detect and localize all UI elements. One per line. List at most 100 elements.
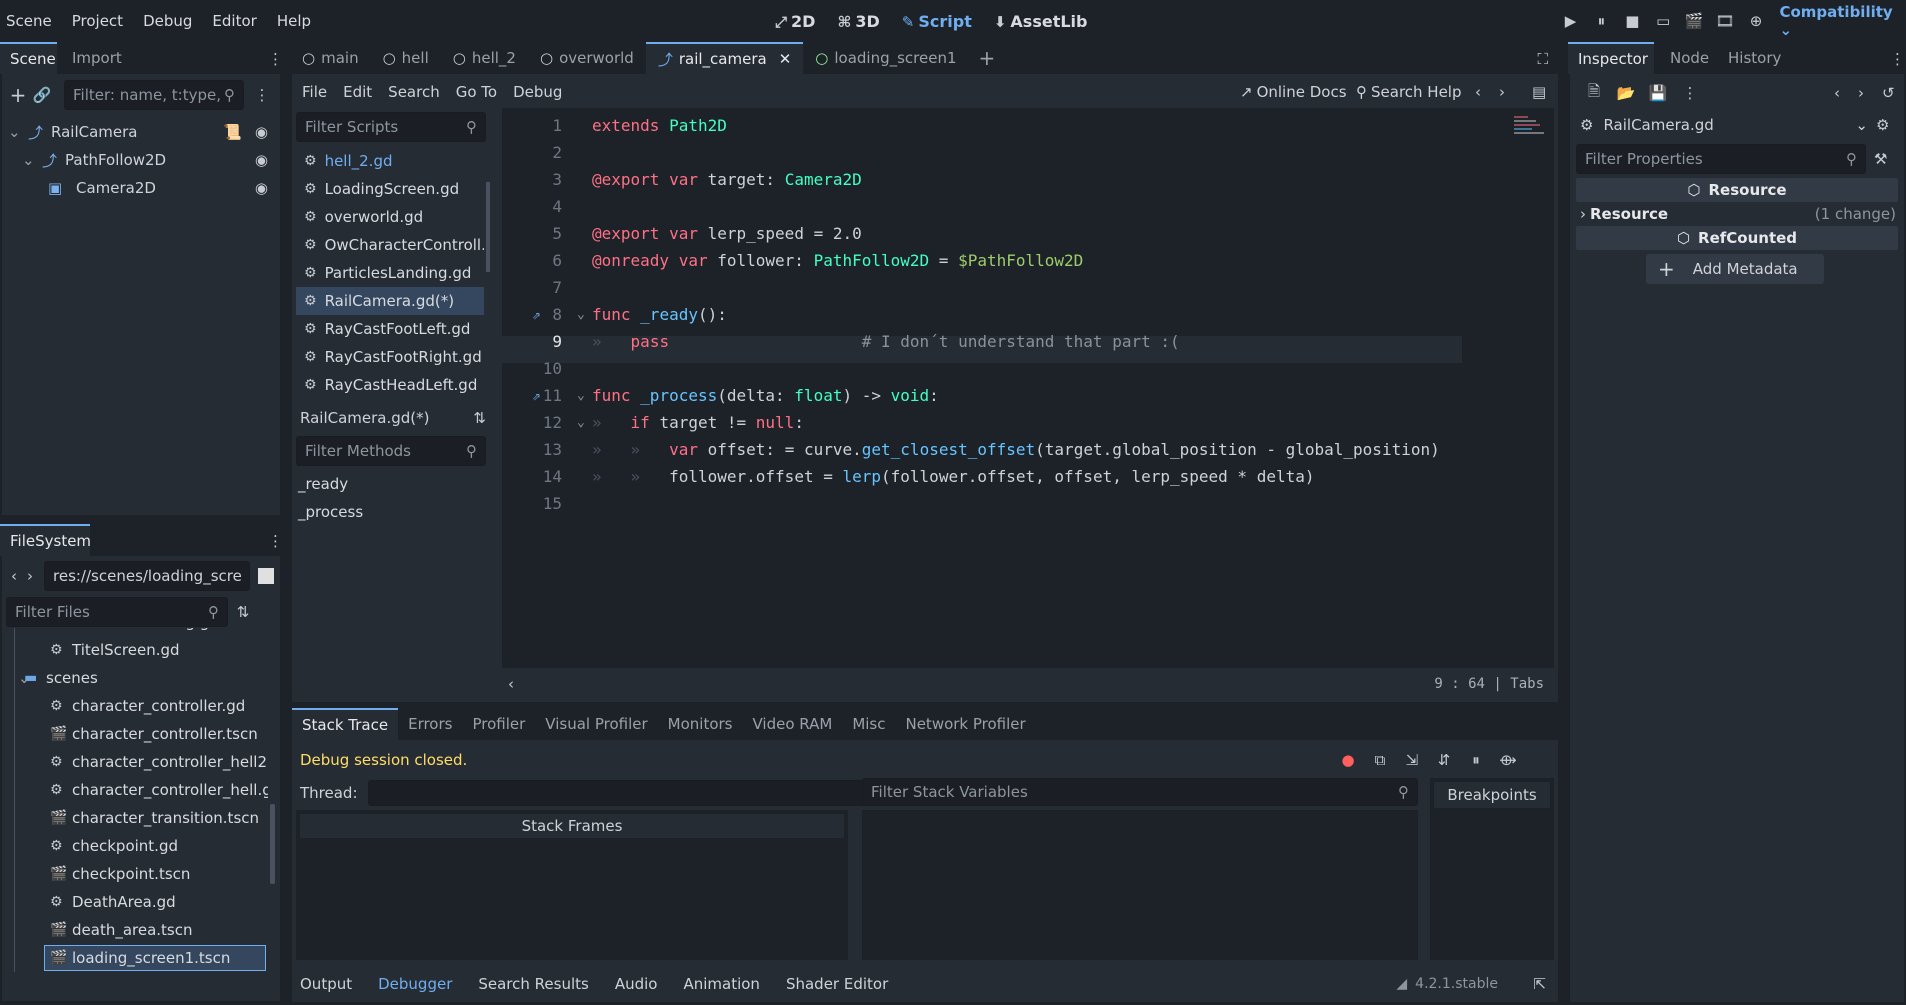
visibility-icon[interactable]: ◉: [255, 151, 268, 169]
editor-tab-hell_2[interactable]: ○ hell_2: [441, 42, 528, 74]
menu-search[interactable]: Search: [388, 83, 440, 101]
filter-stack-variables[interactable]: Filter Stack Variables ⚲: [862, 778, 1418, 806]
break-icon[interactable]: ⏸: [1460, 751, 1492, 769]
object-selector[interactable]: ⚙ RailCamera.gd ⌄: [1578, 111, 1868, 139]
code-line[interactable]: 14 » » follower.offset = lerp (follower.of…: [502, 463, 1502, 490]
file-item[interactable]: 🎬 death_area.tscn: [2, 916, 268, 944]
search-help-button[interactable]: ⚲ Search Help: [1356, 83, 1462, 101]
fold-chevron-icon[interactable]: ⌄: [577, 307, 585, 322]
scrollbar[interactable]: [486, 182, 490, 272]
code-line[interactable]: 9 » pass # I don´t understand that part :…: [502, 328, 1502, 355]
bottom-tab[interactable]: Search Results: [478, 975, 588, 993]
menu-edit[interactable]: Edit: [343, 83, 372, 101]
tree-row-pathfollow2d[interactable]: ⌄ ⤴ PathFollow2D ◉: [2, 146, 280, 174]
code-line[interactable]: 15: [502, 490, 1502, 517]
step-over-icon[interactable]: ⇵: [1428, 751, 1460, 769]
fold-chevron-icon[interactable]: ⌄: [577, 415, 585, 430]
save-icon[interactable]: 💾: [1642, 84, 1674, 102]
editor-tab-hell[interactable]: ○ hell: [371, 42, 441, 74]
close-icon[interactable]: ✕: [779, 50, 792, 68]
forward-icon[interactable]: ›: [1499, 83, 1505, 101]
script-item[interactable]: ⚙ ParticlesLanding.gd: [296, 259, 484, 287]
chevron-down-icon[interactable]: ⌄: [22, 151, 42, 169]
code-line[interactable]: 7: [502, 274, 1502, 301]
filter-properties-input[interactable]: Filter Properties ⚲: [1576, 144, 1866, 174]
doc-icon[interactable]: ⚙: [1876, 116, 1889, 134]
method-item[interactable]: _process: [296, 498, 486, 526]
new-resource-icon[interactable]: 🗎: [1578, 81, 1610, 106]
menu-debug[interactable]: Debug: [143, 12, 192, 30]
bottom-tab[interactable]: Shader Editor: [786, 975, 888, 993]
code-line[interactable]: 5 @export var lerp_speed = 2.0: [502, 220, 1502, 247]
debugger-tab[interactable]: Profiler: [462, 708, 535, 740]
tree-row-railcamera[interactable]: ⌄ ⤴ RailCamera 📜 ◉: [2, 118, 280, 146]
visibility-icon[interactable]: ◉: [255, 179, 268, 197]
path-input[interactable]: res://scenes/loading_screen1.: [44, 561, 250, 591]
menu-editor[interactable]: Editor: [212, 12, 256, 30]
menu-debug[interactable]: Debug: [513, 83, 562, 101]
chevron-down-icon[interactable]: ⌄: [8, 123, 28, 141]
distraction-free-icon[interactable]: ⛶: [1537, 50, 1548, 68]
script-item[interactable]: ⚙ RailCamera.gd(*): [296, 287, 484, 315]
bottom-tab[interactable]: Debugger: [378, 975, 452, 993]
stop-icon[interactable]: ■: [1617, 12, 1648, 30]
bottom-tab[interactable]: Audio: [615, 975, 658, 993]
dock-menu-icon[interactable]: ⋮: [268, 50, 283, 68]
file-item[interactable]: ⚙ ParticlesLanding.gd: [2, 628, 268, 636]
play-scene-icon[interactable]: 🎬: [1679, 12, 1710, 30]
code-line[interactable]: 3 @export var target: Camera2D: [502, 166, 1502, 193]
file-item[interactable]: 🎬 character_controller.tscn: [2, 720, 268, 748]
code-line[interactable]: ⇗ 8 ⌄ func _ready ():: [502, 301, 1502, 328]
editor-tab-main[interactable]: ○ main: [290, 42, 371, 74]
bottom-tab[interactable]: Animation: [683, 975, 759, 993]
debugger-tab[interactable]: Stack Trace: [292, 708, 399, 740]
code-line[interactable]: 10: [502, 355, 1502, 382]
menu-scene[interactable]: Scene: [6, 12, 52, 30]
code-line[interactable]: 2: [502, 139, 1502, 166]
code-editor[interactable]: 1 extends Path2D 2 3 @export var target: Cam…: [502, 108, 1554, 668]
editor-tab-loading_screen1[interactable]: ○ loading_screen1: [803, 42, 968, 74]
code-line[interactable]: 6 @onready var follower: PathFollow2D = $…: [502, 247, 1502, 274]
file-item[interactable]: ⌄ ▬ scenes: [2, 664, 268, 692]
mode-3d-button[interactable]: ⌘ 3D: [837, 12, 879, 31]
code-line[interactable]: 12 ⌄ » if target != null:: [502, 409, 1502, 436]
file-item[interactable]: ⚙ character_controller_hell.gd: [2, 776, 268, 804]
script-item[interactable]: ⚙ LoadingScreen.gd: [296, 175, 484, 203]
file-item[interactable]: 🎬 character_transition.tscn: [2, 804, 268, 832]
script-item[interactable]: ⚙ RayCastFootLeft.gd: [296, 315, 484, 343]
file-item[interactable]: ⚙ checkpoint.gd: [2, 832, 268, 860]
back-icon[interactable]: ‹: [1834, 84, 1840, 102]
add-tab-icon[interactable]: +: [979, 46, 996, 70]
script-item[interactable]: ⚙ overworld.gd: [296, 203, 484, 231]
code-line[interactable]: 4: [502, 193, 1502, 220]
tab-filesystem[interactable]: FileSystem: [0, 524, 91, 556]
forward-icon[interactable]: ›: [1858, 84, 1864, 102]
movie-maker-icon[interactable]: ⊕: [1741, 12, 1772, 30]
remote-debug-icon[interactable]: ▭: [1648, 12, 1679, 30]
property-options-icon[interactable]: ⚒: [1874, 150, 1887, 168]
step-into-icon[interactable]: ⇲: [1396, 751, 1428, 769]
sort-icon[interactable]: ⇅: [228, 603, 258, 621]
version-label[interactable]: ◢ 4.2.1.stable: [1396, 976, 1498, 992]
mode-2d-button[interactable]: ⤢ 2D: [775, 12, 815, 31]
file-item[interactable]: 🎬 loading_screen1.tscn: [2, 944, 268, 972]
filter-methods-input[interactable]: Filter Methods ⚲: [296, 436, 486, 466]
renderer-selector[interactable]: Compatibility ⌄: [1779, 3, 1906, 39]
tree-row-camera2d[interactable]: ▣ Camera2D ◉: [2, 174, 280, 202]
scene-menu-icon[interactable]: ⋮: [248, 86, 276, 104]
visibility-icon[interactable]: ◉: [255, 123, 268, 141]
toggle-split-icon[interactable]: [258, 568, 274, 584]
debugger-tab[interactable]: Video RAM: [743, 708, 843, 740]
dock-menu-icon[interactable]: ⋮: [268, 532, 283, 550]
tab-scene[interactable]: Scene: [0, 42, 57, 74]
script-attached-icon[interactable]: 📜: [223, 123, 242, 141]
code-line[interactable]: 13 » » var offset: = curve. get_closest_of…: [502, 436, 1502, 463]
editor-tab-overworld[interactable]: ○ overworld: [528, 42, 646, 74]
link-icon[interactable]: 🔗: [28, 86, 56, 104]
scene-filter-input[interactable]: Filter: name, t:type, g:g⚲: [64, 80, 244, 110]
code-line[interactable]: 1 extends Path2D: [502, 112, 1502, 139]
script-item[interactable]: ⚙ RayCastHeadLeft.gd: [296, 371, 484, 395]
bottom-tab[interactable]: Output: [300, 975, 352, 993]
file-item[interactable]: ⚙ character_controller.gd: [2, 692, 268, 720]
code-line[interactable]: ⇗ 11 ⌄ func _process (delta: float) -> void:: [502, 382, 1502, 409]
